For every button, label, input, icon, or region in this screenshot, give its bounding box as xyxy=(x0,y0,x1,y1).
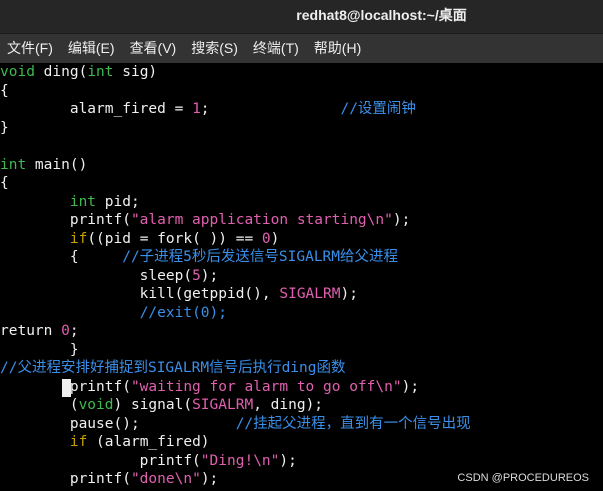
menu-help[interactable]: 帮助(H) xyxy=(307,34,369,63)
menu-terminal[interactable]: 终端(T) xyxy=(246,34,307,63)
type-token: int xyxy=(87,64,114,80)
comment-token: //挂起父进程，直到有一个信号出现 xyxy=(235,415,471,432)
number-token: 1 xyxy=(192,101,201,117)
code-text: } xyxy=(0,119,9,136)
number-token: 5 xyxy=(192,267,201,284)
code-text: ); xyxy=(340,286,358,302)
window-title: redhat8@localhost:~/桌面 xyxy=(296,7,467,23)
code-text: ( xyxy=(0,397,79,413)
comment-token: //父进程安排好捕捉到SIGALRM信号后执行ding函数 xyxy=(0,360,346,376)
menu-bar: 文件(F) 编辑(E) 查看(V) 搜索(S) 终端(T) 帮助(H) xyxy=(0,34,603,63)
code-line: kill(getppid(), SIGALRM); xyxy=(0,285,358,304)
code-line: printf("alarm application starting\n"); xyxy=(0,211,411,230)
code-text: ; xyxy=(200,101,210,117)
escape-token: \n xyxy=(375,378,393,395)
code-line: //父进程安排好捕捉到SIGALRM信号后执行ding函数 xyxy=(0,359,346,378)
code-text: pid; xyxy=(96,193,140,210)
string-token: " xyxy=(192,471,201,487)
code-line: int pid; xyxy=(0,193,140,212)
menu-search[interactable]: 搜索(S) xyxy=(184,34,246,63)
code-text: ((pid = fork( )) == xyxy=(87,230,262,247)
code-line: printf("done\n"); xyxy=(0,470,218,489)
code-line: { xyxy=(0,82,9,101)
macro-token: SIGALRM xyxy=(192,397,254,413)
code-line: } xyxy=(0,341,79,360)
number-token: 0 xyxy=(261,230,271,247)
macro-token: SIGALRM xyxy=(279,286,341,302)
code-line: } xyxy=(0,119,9,138)
code-text: ); xyxy=(200,267,219,284)
code-text: , ding); xyxy=(253,397,324,413)
escape-token: \n xyxy=(366,212,385,228)
string-token: " xyxy=(384,212,393,228)
code-line: void ding(int sig) xyxy=(0,63,157,82)
code-line: { //子进程5秒后发送信号SIGALRM给父进程 xyxy=(0,248,398,267)
code-text: printf( xyxy=(0,452,201,469)
string-token: "alarm application starting xyxy=(130,212,367,228)
number-token: 0 xyxy=(61,323,70,339)
code-text: } xyxy=(0,341,79,358)
code-text: return xyxy=(0,323,62,339)
string-token: "done xyxy=(130,471,175,487)
code-text: ); xyxy=(279,452,297,469)
code-text: sig) xyxy=(113,64,158,80)
keyword-token: if xyxy=(69,230,88,247)
code-text: ); xyxy=(392,212,411,228)
type-token: int xyxy=(69,193,97,210)
code-line: printf("Ding!\n"); xyxy=(0,452,297,471)
escape-token: \n xyxy=(174,471,193,487)
code-text: { xyxy=(0,82,9,99)
code-text: (alarm_fired) xyxy=(87,434,210,450)
code-line: sleep(5); xyxy=(0,267,219,286)
code-text: ) xyxy=(270,230,280,247)
code-line: //exit(0); xyxy=(0,304,227,323)
comment-token: //设置闹钟 xyxy=(209,101,416,117)
code-editor[interactable]: void ding(int sig) { alarm_fired = 1; //… xyxy=(0,63,603,491)
code-line: return 0; xyxy=(0,322,79,341)
code-text: ); xyxy=(200,471,219,487)
code-line: int main() xyxy=(0,156,87,175)
code-text: kill(getppid(), xyxy=(0,286,280,302)
code-line: pause(); //挂起父进程，直到有一个信号出现 xyxy=(0,415,471,434)
type-token: void xyxy=(78,397,114,413)
string-token: "Ding! xyxy=(200,452,254,469)
code-line: (void) signal(SIGALRM, ding); xyxy=(0,396,323,415)
text-cursor xyxy=(62,379,71,397)
string-token: "waiting for alarm to go off xyxy=(130,378,376,395)
terminal-window: redhat8@localhost:~/桌面 文件(F) 编辑(E) 查看(V)… xyxy=(0,0,603,491)
code-text: main() xyxy=(26,156,88,173)
code-text: printf( xyxy=(0,212,131,228)
code-text: printf( xyxy=(0,471,131,487)
code-line: if (alarm_fired) xyxy=(0,433,210,452)
menu-edit[interactable]: 编辑(E) xyxy=(61,34,123,63)
keyword-token: if xyxy=(69,434,88,450)
code-text: ) signal( xyxy=(113,397,193,413)
title-bar[interactable]: redhat8@localhost:~/桌面 xyxy=(0,0,603,34)
code-text: pause(); xyxy=(0,415,236,432)
code-text: { xyxy=(0,175,9,191)
code-text: { xyxy=(0,249,123,265)
code-text: sleep( xyxy=(0,267,193,284)
code-text: ; xyxy=(69,323,79,339)
code-line: { xyxy=(0,174,9,193)
code-line: alarm_fired = 1; //设置闹钟 xyxy=(0,100,416,119)
watermark: CSDN @PROCEDUREOS xyxy=(457,472,589,484)
escape-token: \n xyxy=(253,452,271,469)
code-line: if((pid = fork( )) == 0) xyxy=(0,230,280,249)
type-token: int xyxy=(0,156,27,173)
menu-view[interactable]: 查看(V) xyxy=(123,34,185,63)
menu-file[interactable]: 文件(F) xyxy=(0,34,61,63)
code-text: ding( xyxy=(34,64,88,80)
code-text: ); xyxy=(401,378,420,395)
code-text: alarm_fired = xyxy=(0,101,193,117)
comment-token: //exit(0); xyxy=(139,304,227,321)
type-token: void xyxy=(0,64,35,80)
string-token: " xyxy=(392,378,402,395)
comment-token: //子进程5秒后发送信号SIGALRM给父进程 xyxy=(122,249,399,265)
